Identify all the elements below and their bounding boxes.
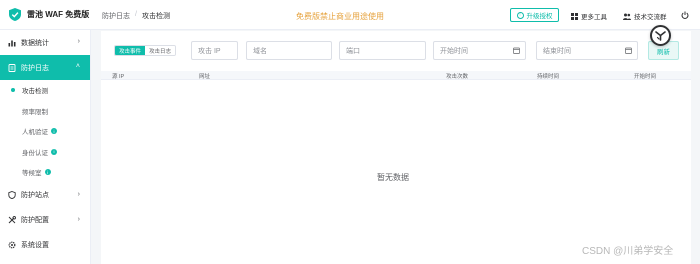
power-icon <box>681 11 689 19</box>
info-badge-icon: i <box>51 148 57 155</box>
upgrade-icon: ↑ <box>516 11 524 19</box>
logout-button[interactable] <box>681 11 692 19</box>
tools-icon <box>8 216 16 224</box>
sidebar-subitem-label: 等候室 <box>22 170 42 178</box>
sidebar-subitem-label: 攻击检测 <box>22 88 48 96</box>
calendar-icon <box>625 47 632 54</box>
port-input[interactable]: 端口 <box>339 41 426 60</box>
sidebar-subitem-waiting-room[interactable]: 等候室 i <box>0 162 90 183</box>
column-header[interactable]: 源 IP <box>112 72 124 80</box>
calendar-icon <box>513 47 520 54</box>
sidebar-item-label: 防护站点 <box>21 192 49 199</box>
column-header[interactable]: 攻击次数 <box>446 72 468 80</box>
document-icon <box>8 63 16 72</box>
grid-icon <box>571 12 578 20</box>
end-time-placeholder: 结束时间 <box>543 47 571 55</box>
sidebar-item-label: 数据统计 <box>21 39 49 47</box>
brand[interactable]: 雷池 WAF 免费版 <box>0 0 90 29</box>
sidebar-subitem-label: 频率限制 <box>22 108 48 116</box>
column-header[interactable]: 网址 <box>199 72 210 80</box>
view-toggle: 攻击事件 攻击日志 <box>114 45 177 56</box>
upgrade-label: 升级授权 <box>526 13 553 20</box>
chevron-right-icon: › <box>77 215 80 223</box>
sidebar-item-settings[interactable]: 系统设置 <box>0 233 90 258</box>
breadcrumb-separator: / <box>135 11 137 18</box>
domain-placeholder: 域名 <box>253 47 267 55</box>
top-header: 雷池 WAF 免费版 防护日志 / 攻击检测 免费版禁止商业用途使用 ↑ 升级授… <box>0 0 700 30</box>
sidebar-item-config[interactable]: 防护配置 › <box>0 208 90 233</box>
sidebar-subitem-label: 人机验证 <box>22 129 48 137</box>
column-header[interactable]: 开始时间 <box>634 72 656 80</box>
port-placeholder: 端口 <box>346 47 360 55</box>
brand-name: 雷池 WAF 免费版 <box>27 10 90 19</box>
shield-logo-icon <box>9 8 21 21</box>
community-link[interactable]: 技术交流群 <box>623 11 667 21</box>
filter-bar: 攻击事件 攻击日志 攻击 IP 域名 端口 开始时间 结束时间 刷新 <box>101 31 691 71</box>
sidebar-item-sites[interactable]: 防护站点 › <box>0 183 90 208</box>
table-header: 源 IP 网址 攻击次数 持续时间 开始时间 <box>101 71 691 80</box>
sidebar-subitem-rate-limit[interactable]: 频率限制 <box>0 101 90 122</box>
sidebar-item-stats[interactable]: 数据统计 › <box>0 30 90 55</box>
assistant-float-button[interactable] <box>650 25 671 46</box>
more-tools-label: 更多工具 <box>581 14 607 21</box>
active-dot-icon <box>11 88 15 92</box>
more-tools-link[interactable]: 更多工具 <box>571 11 607 21</box>
toggle-attack-logs[interactable]: 攻击日志 <box>145 46 176 55</box>
empty-state-text: 暂无数据 <box>377 173 409 182</box>
gear-icon <box>8 241 16 249</box>
sidebar: 数据统计 › 防护日志 ˄ 攻击检测 频率限制 人机验证 i 身份认证 i 等候… <box>0 30 91 264</box>
domain-input[interactable]: 域名 <box>246 41 332 60</box>
license-notice: 免费版禁止商业用途使用 <box>296 12 384 21</box>
start-time-placeholder: 开始时间 <box>440 47 468 55</box>
sidebar-item-logs[interactable]: 防护日志 ˄ <box>0 55 90 80</box>
chevron-up-icon: ˄ <box>75 63 80 70</box>
bar-chart-icon <box>8 40 16 46</box>
breadcrumb-current: 攻击检测 <box>141 13 170 20</box>
sidebar-subitem-label: 身份认证 <box>22 149 48 157</box>
shield-icon <box>8 191 16 199</box>
start-time-picker[interactable]: 开始时间 <box>433 41 526 60</box>
toggle-attack-events[interactable]: 攻击事件 <box>115 46 146 55</box>
column-header[interactable]: 持续时间 <box>537 72 559 80</box>
sidebar-subitem-auth[interactable]: 身份认证 i <box>0 142 90 163</box>
sidebar-item-label: 防护配置 <box>21 217 49 224</box>
sidebar-subitem-attack-detect[interactable]: 攻击检测 <box>0 80 90 101</box>
chevron-right-icon: › <box>77 190 80 198</box>
sidebar-item-label: 系统设置 <box>21 242 49 249</box>
info-badge-icon: i <box>44 169 51 176</box>
watermark-text: CSDN @川弟学安全 <box>582 246 674 257</box>
chevron-right-icon: › <box>77 38 80 45</box>
community-label: 技术交流群 <box>634 14 667 21</box>
attack-ip-input[interactable]: 攻击 IP <box>191 41 238 60</box>
sidebar-item-label: 防护日志 <box>21 64 49 72</box>
breadcrumb: 防护日志 / 攻击检测 <box>102 11 170 21</box>
sidebar-subitem-captcha[interactable]: 人机验证 i <box>0 121 90 142</box>
breadcrumb-parent[interactable]: 防护日志 <box>102 11 130 21</box>
assistant-logo-icon <box>655 31 666 41</box>
users-icon <box>623 13 631 20</box>
end-time-picker[interactable]: 结束时间 <box>536 41 638 60</box>
upgrade-button[interactable]: ↑ 升级授权 <box>510 8 559 22</box>
attack-ip-placeholder: 攻击 IP <box>198 47 221 55</box>
main-panel: 攻击事件 攻击日志 攻击 IP 域名 端口 开始时间 结束时间 刷新 源 IP … <box>101 31 691 264</box>
info-badge-icon: i <box>51 128 57 135</box>
